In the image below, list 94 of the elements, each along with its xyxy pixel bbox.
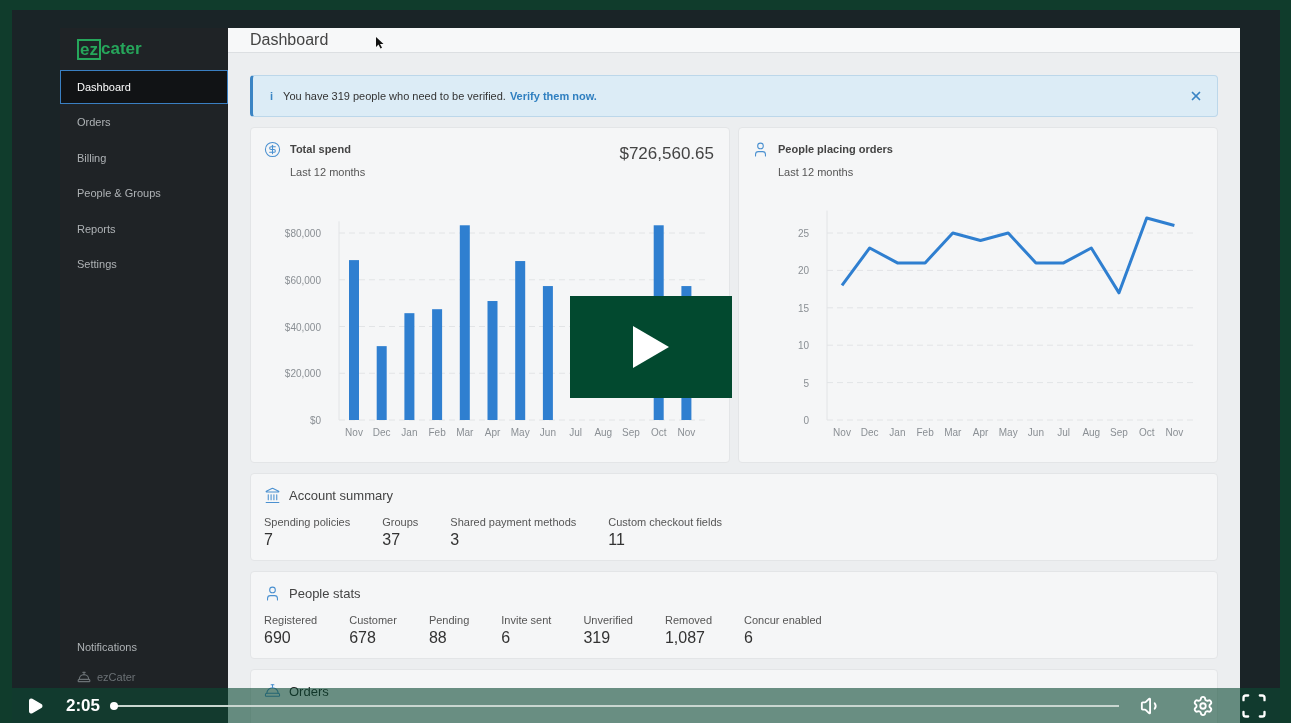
stat-label: Customer — [349, 612, 397, 628]
axis-month-label: Apr — [972, 427, 989, 438]
person-icon — [264, 585, 281, 603]
card-title: Orders — [289, 683, 329, 701]
axis-month-label: Oct — [1138, 427, 1155, 438]
axis-month-label: Jan — [889, 427, 906, 438]
stat-label: Unverified — [583, 612, 633, 628]
stat-value: 37 — [382, 530, 402, 550]
playhead-handle[interactable] — [110, 701, 119, 710]
card-subtitle: Last 12 months — [778, 164, 855, 180]
axis-month-label: May — [998, 427, 1018, 438]
stat-label: Groups — [382, 514, 419, 530]
settings-icon[interactable] — [1192, 694, 1214, 717]
stat-value: 11 — [608, 530, 626, 550]
axis-month-label: May — [510, 427, 530, 438]
stat-value: 6 — [744, 628, 754, 648]
sidebar-item[interactable]: Reports — [60, 212, 228, 246]
axis-month-label: Dec — [372, 427, 391, 438]
stat-label: Shared payment methods — [450, 514, 577, 530]
time-display: 2:05 — [66, 694, 101, 717]
total-amount: $726,560.65 — [619, 143, 714, 165]
stat-value: 690 — [264, 628, 292, 648]
stat-label: Pending — [428, 612, 470, 628]
building-icon — [264, 487, 281, 505]
axis-month-label: Mar — [944, 427, 962, 438]
card-subtitle: Last 12 months — [290, 164, 366, 180]
fullscreen-icon[interactable] — [1240, 691, 1268, 720]
card-title: People placing orders — [778, 142, 893, 157]
axis-month-label: Apr — [484, 427, 501, 438]
axis-tick-label: $20,000 — [284, 368, 321, 380]
stat-value: 319 — [583, 628, 612, 648]
axis-tick-label: 10 — [797, 340, 809, 352]
axis-month-label: Nov — [677, 427, 696, 438]
card-title: Account summary — [289, 487, 394, 505]
stat-value: 7 — [264, 530, 274, 550]
stat-value: 6 — [501, 628, 512, 648]
dollar-icon — [264, 141, 281, 158]
axis-month-label: Dec — [860, 427, 879, 438]
play-overlay-button[interactable] — [570, 296, 732, 398]
card-title: People stats — [289, 585, 361, 603]
axis-month-label: Feb — [916, 427, 934, 438]
bell-icon — [77, 670, 91, 684]
axis-tick-label: 25 — [797, 228, 809, 239]
axis-month-label: Sep — [622, 427, 640, 438]
axis-month-label: Nov — [833, 427, 851, 438]
axis-month-label: Nov — [1165, 427, 1184, 438]
axis-month-label: Jun — [1027, 427, 1044, 438]
sidebar-item[interactable]: Notifications — [60, 632, 228, 662]
axis-month-label: Aug — [1082, 427, 1101, 438]
axis-month-label: Jul — [1057, 427, 1070, 438]
sidebar-item[interactable]: Settings — [60, 247, 228, 282]
axis-tick-label: 0 — [803, 415, 809, 426]
stat-label: Removed — [664, 612, 712, 628]
stat-label: Concur enabled — [744, 612, 822, 628]
cursor-icon — [376, 37, 384, 49]
stat-label: Spending policies — [264, 514, 351, 530]
axis-tick-label: $0 — [309, 415, 321, 426]
sidebar-item[interactable]: Orders — [60, 105, 228, 140]
stat-label: Registered — [264, 612, 318, 628]
stat-value: 1,087 — [664, 628, 706, 648]
axis-month-label: Jan — [401, 427, 418, 438]
stat-value: 88 — [428, 628, 448, 648]
page-title: Dashboard — [250, 30, 329, 50]
axis-month-label: Jul — [569, 427, 582, 438]
sidebar-item[interactable]: People & Groups — [60, 176, 228, 211]
stat-label: Custom checkout fields — [608, 514, 722, 530]
axis-tick-label: 15 — [797, 302, 809, 314]
axis-month-label: Jun — [539, 427, 556, 438]
stat-label: Invite sent — [501, 612, 552, 628]
verify-link[interactable]: Verify them now. — [509, 87, 597, 105]
card-title: Total spend — [290, 142, 352, 157]
axis-month-label: Mar — [456, 427, 474, 438]
stat-value: 678 — [349, 628, 377, 648]
axis-tick-label: 5 — [803, 377, 809, 389]
axis-month-label: Oct — [650, 427, 667, 438]
close-icon[interactable] — [1189, 89, 1203, 103]
sidebar-item[interactable]: Billing — [60, 141, 228, 175]
axis-month-label: Sep — [1110, 427, 1128, 438]
logo: ez cater — [60, 28, 228, 70]
person-icon — [752, 141, 769, 158]
axis-month-label: Aug — [594, 427, 613, 438]
play-icon — [633, 326, 669, 368]
axis-tick-label: $60,000 — [284, 274, 321, 286]
axis-tick-label: 20 — [797, 265, 809, 277]
axis-month-label: Feb — [428, 427, 446, 438]
cloche-icon — [264, 682, 281, 699]
sidebar-item[interactable]: Dashboard — [60, 70, 228, 104]
info-icon: i — [270, 87, 274, 105]
axis-month-label: Nov — [345, 427, 363, 438]
play-icon[interactable] — [26, 696, 44, 715]
axis-tick-label: $80,000 — [284, 228, 321, 239]
axis-tick-label: $40,000 — [284, 321, 321, 333]
stat-value: 3 — [450, 530, 461, 550]
alert-message: You have 319 people who need to be verified. — [283, 88, 506, 104]
